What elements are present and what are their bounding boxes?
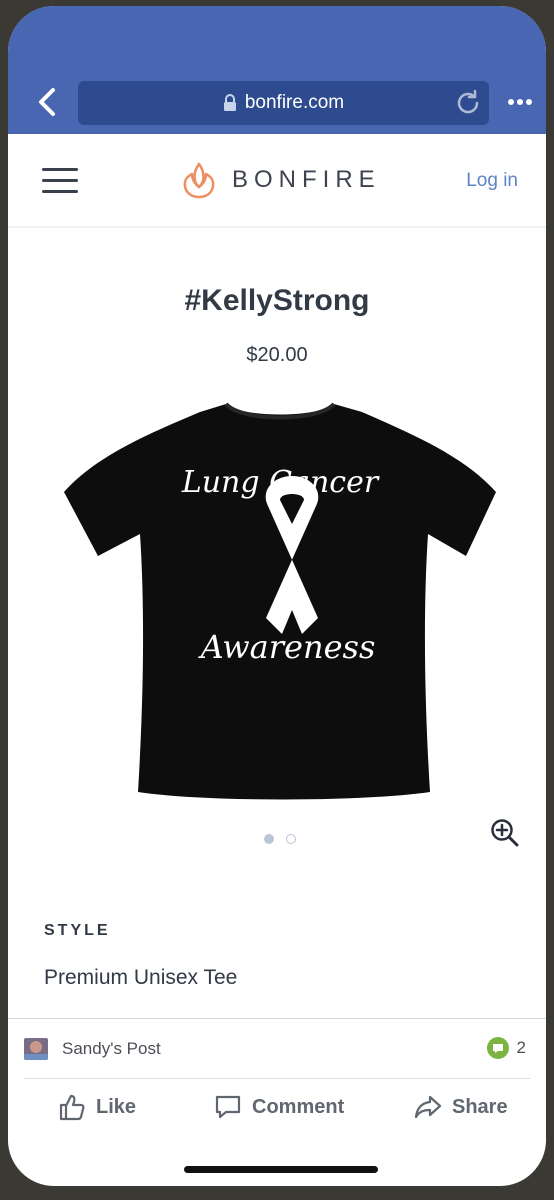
- back-button[interactable]: [32, 84, 62, 120]
- comment-icon: [215, 1095, 241, 1119]
- comment-bubble-icon: [486, 1037, 509, 1059]
- comment-count: 2: [516, 1038, 526, 1057]
- post-name: Sandy's Post: [62, 1039, 161, 1058]
- more-options-button[interactable]: [506, 90, 534, 114]
- post-source[interactable]: Sandy's Post: [24, 1036, 161, 1062]
- shirt-text-bottom: Awareness: [198, 628, 376, 666]
- product-title: #KellyStrong: [184, 284, 370, 317]
- reload-icon: [457, 89, 479, 114]
- home-indicator[interactable]: [184, 1166, 378, 1173]
- carousel-dot-1[interactable]: [264, 834, 274, 844]
- address-bar[interactable]: bonfire.com: [78, 81, 489, 125]
- thumbs-up-icon: [59, 1094, 85, 1121]
- chevron-left-icon: [39, 88, 55, 116]
- logo-text: BONFIRE: [232, 166, 381, 193]
- more-dots-icon: [508, 99, 532, 105]
- carousel-dot-2[interactable]: [286, 834, 296, 844]
- phone-screen: bonfire.com BONFIRE Log in #KellyStrong …: [8, 6, 546, 1186]
- bonfire-flame-icon: [183, 162, 215, 199]
- comment-label: Comment: [252, 1095, 345, 1118]
- browser-toolbar: bonfire.com: [8, 6, 546, 134]
- comment-button[interactable]: Comment: [214, 1092, 344, 1122]
- comment-count-badge[interactable]: 2: [486, 1037, 526, 1059]
- share-label: Share: [452, 1095, 508, 1118]
- reload-button[interactable]: [452, 87, 484, 119]
- hamburger-menu-icon[interactable]: [42, 166, 78, 194]
- divider: [24, 1078, 530, 1079]
- site-header: BONFIRE Log in: [8, 134, 546, 228]
- like-button[interactable]: Like: [58, 1092, 136, 1122]
- zoom-in-icon[interactable]: [490, 818, 520, 848]
- login-link[interactable]: Log in: [466, 170, 518, 192]
- lock-icon: [223, 94, 237, 112]
- style-selector[interactable]: Premium Unisex Tee: [44, 966, 237, 990]
- bonfire-logo[interactable]: BONFIRE: [182, 160, 381, 200]
- divider: [8, 1018, 546, 1019]
- style-label: STYLE: [44, 922, 111, 939]
- like-label: Like: [96, 1095, 137, 1118]
- product-image[interactable]: Lung Cancer Awareness: [62, 396, 498, 802]
- share-button[interactable]: Share: [414, 1092, 508, 1122]
- avatar: [24, 1038, 48, 1060]
- product-price: $20.00: [246, 344, 308, 366]
- carousel-dots: [264, 834, 308, 844]
- share-icon: [414, 1095, 442, 1119]
- url-text: bonfire.com: [244, 92, 345, 113]
